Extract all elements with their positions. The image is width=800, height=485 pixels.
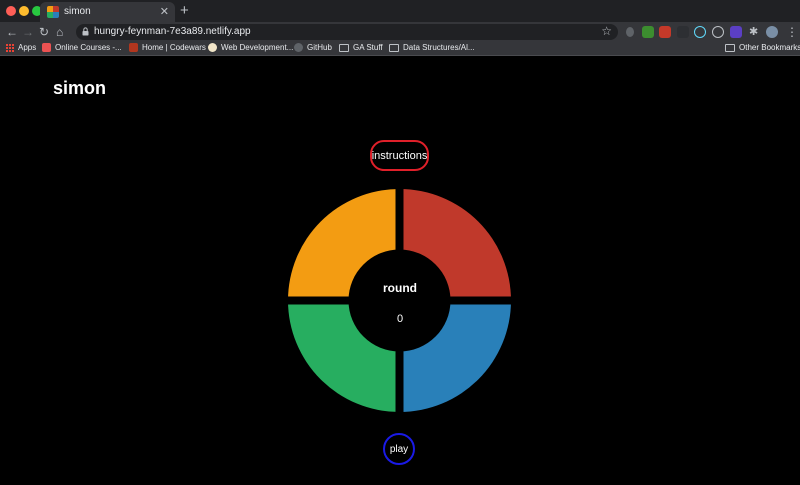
folder-icon bbox=[389, 43, 399, 52]
page-title: simon bbox=[53, 78, 107, 98]
microphone-extension-icon[interactable] bbox=[626, 27, 634, 37]
bookmark-github[interactable]: GitHub bbox=[294, 43, 332, 52]
other-bookmarks[interactable]: Other Bookmarks bbox=[725, 43, 800, 52]
udemy-icon bbox=[42, 43, 51, 52]
url-text: hungry-feynman-7e3a89.netlify.app bbox=[94, 26, 251, 37]
tab-title: simon bbox=[64, 6, 91, 17]
round-counter: 0 bbox=[396, 313, 404, 325]
extension-badge-icon[interactable] bbox=[659, 26, 671, 38]
bookmark-codewars[interactable]: Home | Codewars bbox=[129, 43, 206, 52]
simon-board bbox=[288, 189, 511, 412]
reload-icon[interactable]: ↻ bbox=[39, 24, 49, 40]
forward-icon[interactable]: → bbox=[22, 24, 34, 40]
bookmark-data-structures[interactable]: Data Structures/Al... bbox=[389, 43, 475, 52]
bookmark-web-development[interactable]: Web Development... bbox=[208, 43, 293, 52]
purple-extension-icon[interactable] bbox=[730, 26, 742, 38]
extensions-puzzle-icon[interactable]: ✱ bbox=[749, 26, 761, 38]
center-hub bbox=[348, 249, 451, 352]
simon-favicon-icon bbox=[47, 6, 59, 18]
react-devtools-icon[interactable] bbox=[694, 26, 706, 38]
bookmark-ga-stuff[interactable]: GA Stuff bbox=[339, 43, 383, 52]
github-icon bbox=[294, 43, 303, 52]
bookmark-apps[interactable]: Apps bbox=[6, 43, 36, 52]
lock-icon bbox=[82, 27, 89, 36]
bookmark-star-icon[interactable]: ☆ bbox=[601, 24, 612, 38]
instructions-button[interactable]: instructions bbox=[370, 140, 429, 171]
dark-extension-icon[interactable] bbox=[677, 26, 689, 38]
codewars-icon bbox=[129, 43, 138, 52]
tree-extension-icon[interactable] bbox=[642, 26, 654, 38]
tab-close-icon[interactable]: ✕ bbox=[160, 5, 169, 19]
round-label: round bbox=[383, 281, 417, 295]
browser-menu-icon[interactable]: ⋮ bbox=[786, 24, 798, 40]
settings-extension-icon[interactable] bbox=[712, 26, 724, 38]
browser-toolbar: ← → ↻ ⌂ hungry-feynman-7e3a89.netlify.ap… bbox=[0, 22, 800, 42]
home-icon[interactable]: ⌂ bbox=[56, 24, 63, 40]
play-button[interactable]: play bbox=[383, 433, 415, 465]
folder-icon bbox=[725, 43, 735, 52]
web-dev-icon bbox=[208, 43, 217, 52]
new-tab-icon[interactable]: + bbox=[180, 2, 189, 20]
close-window-icon[interactable] bbox=[6, 6, 16, 16]
bookmark-online-courses[interactable]: Online Courses -... bbox=[42, 43, 122, 52]
back-icon[interactable]: ← bbox=[6, 24, 18, 40]
profile-avatar-icon[interactable] bbox=[766, 26, 778, 38]
apps-grid-icon bbox=[6, 43, 14, 52]
browser-tab[interactable]: simon ✕ bbox=[40, 2, 175, 22]
address-bar[interactable]: hungry-feynman-7e3a89.netlify.app ☆ bbox=[76, 24, 618, 40]
browser-tab-bar: simon ✕ + bbox=[0, 0, 800, 22]
folder-icon bbox=[339, 43, 349, 52]
minimize-window-icon[interactable] bbox=[19, 6, 29, 16]
bookmarks-bar: Apps Online Courses -... Home | Codewars… bbox=[0, 42, 800, 56]
